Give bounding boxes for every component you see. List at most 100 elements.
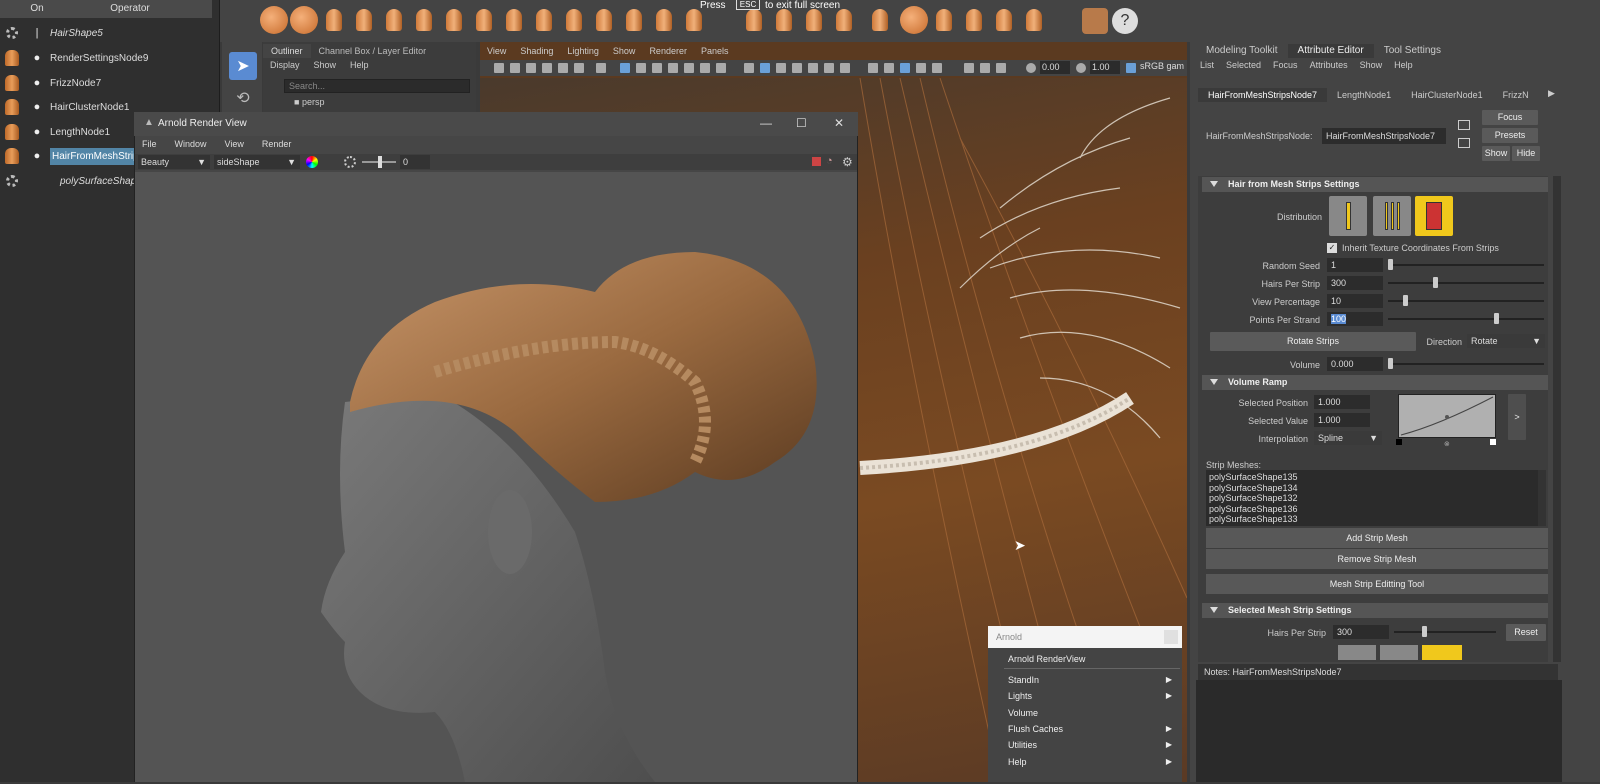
help-icon[interactable]: ? [1112,8,1138,34]
grid-toggle-icon[interactable] [620,63,630,73]
list-item[interactable]: polySurfaceShape134 [1209,483,1535,494]
settings-gear-icon[interactable]: ⚙ [842,155,853,169]
menu-item-lights[interactable]: Lights ▶ [1008,689,1178,703]
menu-item-arnold-renderview[interactable]: Arnold RenderView [1008,652,1178,666]
list-item[interactable]: polySurfaceShape132 [1209,493,1535,504]
lasso-tool-icon[interactable]: ⟲ [229,84,257,112]
tabs-scroll-right-icon[interactable]: ▶ [1548,88,1555,99]
mesh-strip-editing-tool-button[interactable]: Mesh Strip Editting Tool [1206,574,1548,594]
cache-icon[interactable] [1082,8,1108,34]
select-tool-icon[interactable]: ➤ [229,52,257,80]
menu-render[interactable]: Render [262,139,292,149]
view-percentage-field[interactable]: 10 [1327,294,1383,308]
hairs-per-strip-slider[interactable] [1388,282,1544,284]
menu-item-help[interactable]: Help ▶ [1008,755,1178,769]
reset-button[interactable]: Reset [1506,624,1546,641]
mesh-strip-tool-icon[interactable] [740,6,768,34]
view-percentage-knob[interactable] [1403,295,1408,306]
interpolation-dropdown[interactable]: Spline ▼ [1314,431,1382,445]
shadows-icon[interactable] [824,63,834,73]
maximize-icon[interactable]: ☐ [796,116,807,130]
close-icon[interactable]: ✕ [834,116,844,130]
tab-attribute-editor[interactable]: Attribute Editor [1287,44,1374,58]
camera-dropdown[interactable]: sideShape ▼ [214,155,300,169]
field-chart-icon[interactable] [668,63,678,73]
operator-row-rendersettings[interactable]: ● RenderSettingsNode9 [0,47,212,69]
strip-meshes-list[interactable]: polySurfaceShape135 polySurfaceShape134 … [1206,470,1538,526]
menu-attributes[interactable]: Attributes [1310,60,1348,70]
random-seed-knob[interactable] [1388,259,1393,270]
direction-dropdown[interactable]: Rotate ▼ [1467,334,1545,348]
xray-joints-icon[interactable] [884,63,894,73]
menu-item-standin[interactable]: StandIn ▶ [1008,673,1178,687]
backface-icon[interactable] [916,63,926,73]
add-strip-mesh-button[interactable]: Add Strip Mesh [1206,528,1548,548]
volume-ramp-graph[interactable] [1398,394,1496,438]
tab-haircluster[interactable]: HairClusterNode1 [1401,88,1493,102]
menu-help[interactable]: Help [1394,60,1413,70]
random-seed-slider[interactable] [1388,264,1544,266]
twist-tool-icon[interactable] [560,6,588,34]
noise-tool-icon[interactable] [590,6,618,34]
hair-preset-icon[interactable] [290,6,318,34]
exposure-icon[interactable] [1026,63,1036,73]
tab-modeling-toolkit[interactable]: Modeling Toolkit [1196,44,1288,58]
bulb-icon[interactable]: ● [24,150,50,162]
clump-tool-icon[interactable] [350,6,378,34]
exposure-icon[interactable] [344,156,356,168]
remove-strip-mesh-button[interactable]: Remove Strip Mesh [1206,549,1548,569]
sel-distribution-random-button[interactable] [1422,645,1462,660]
frame-all-icon[interactable] [964,63,974,73]
render-canvas[interactable] [135,172,857,782]
vertical-scrollbar[interactable] [1553,176,1561,662]
view-percentage-slider[interactable] [1388,300,1544,302]
presets-button[interactable]: Presets [1482,128,1538,143]
gamma-icon[interactable] [1076,63,1086,73]
rotate-strips-button[interactable]: Rotate Strips [1210,332,1416,351]
selected-position-field[interactable]: 1.000 [1314,395,1370,409]
outliner-item-persp[interactable]: ■ persp [294,97,324,107]
image-plane-icon[interactable] [542,63,552,73]
section-hair-from-mesh-strips[interactable]: Hair from Mesh Strips Settings [1202,177,1548,192]
sel-hairs-per-strip-slider[interactable] [1394,631,1496,633]
operator-row-frizz[interactable]: ● FrizzNode7 [0,72,212,94]
safe-title-icon[interactable] [700,63,710,73]
bend-tool-icon[interactable] [620,6,648,34]
cut-tool-icon[interactable] [470,6,498,34]
lights-icon[interactable] [808,63,818,73]
ramp-delete-icon[interactable]: ⊗ [1444,440,1450,448]
default-light-icon[interactable] [776,63,786,73]
bulb-icon[interactable]: ● [24,77,50,89]
sel-hairs-per-strip-knob[interactable] [1422,626,1427,637]
frizz-tool-icon[interactable] [380,6,408,34]
strand-fill-icon[interactable] [1020,6,1048,34]
distribution-random-button[interactable] [1415,196,1453,236]
menu-window[interactable]: Window [175,139,207,149]
exposure-value[interactable]: 0.00 [1040,61,1070,74]
strip-list-scrollbar[interactable] [1538,470,1546,526]
hud-icon[interactable] [996,63,1006,73]
text-icon[interactable] [716,63,726,73]
safe-action-icon[interactable] [684,63,694,73]
ribbon-tool-icon[interactable] [960,6,988,34]
scale-tool-icon[interactable] [530,6,558,34]
random-seed-field[interactable]: 1 [1327,258,1383,272]
hide-button[interactable]: Hide [1512,146,1540,161]
exposure-slider-knob[interactable] [378,156,382,168]
bulb-icon[interactable]: ● [24,52,50,64]
textured-icon[interactable] [792,63,802,73]
focus-button[interactable]: Focus [1482,110,1538,125]
menu-list[interactable]: List [1200,60,1214,70]
curl-tool-icon[interactable] [410,6,438,34]
ramp-end-handle[interactable] [1490,439,1496,445]
bulb-icon[interactable]: ● [24,126,50,138]
menu-show[interactable]: Show [314,60,337,70]
menu-lighting[interactable]: Lighting [567,46,599,56]
bookmark-icon[interactable] [526,63,536,73]
menu-focus[interactable]: Focus [1273,60,1298,70]
braid-tool-icon[interactable] [440,6,468,34]
tab-hairfrommeshstrips[interactable]: HairFromMeshStripsNode7 [1198,88,1328,102]
stop-render-icon[interactable] [812,157,821,166]
xray-icon[interactable] [868,63,878,73]
ramp-start-handle[interactable] [1396,439,1402,445]
